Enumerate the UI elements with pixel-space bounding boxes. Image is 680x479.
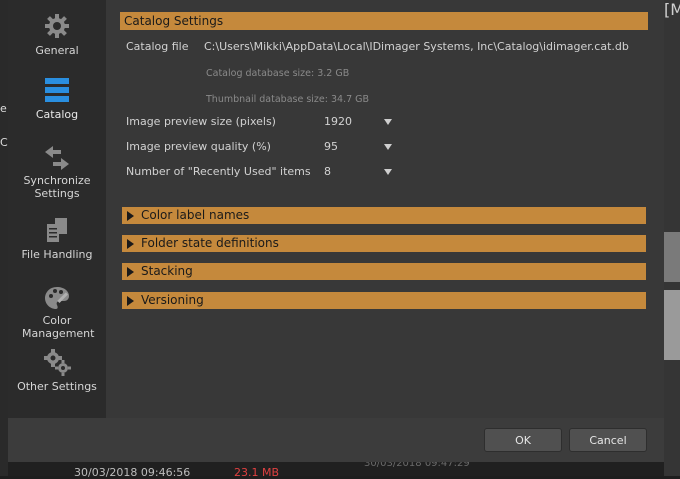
sidebar-item-synchronize-settings[interactable]: Synchronize Settings [8,144,106,200]
expand-triangle-icon [127,239,134,249]
expand-triangle-icon [127,296,134,306]
section-title: Versioning [141,293,204,307]
dropdown-arrow-icon [384,169,392,175]
catalog-db-size: Catalog database size: 3.2 GB [206,68,350,79]
sidebar-item-general[interactable]: General [8,12,106,57]
dropdown-arrow-icon [384,144,392,150]
expand-triangle-icon [127,211,134,221]
background-app-left: e C [0,0,8,476]
recent-items-value: 8 [324,165,331,178]
background-thumbnail [664,232,680,282]
cancel-button[interactable]: Cancel [569,428,647,452]
preview-quality-label: Image preview quality (%) [126,140,271,153]
recent-items-label: Number of "Recently Used" items [126,165,311,178]
section-title: Folder state definitions [141,236,279,250]
sidebar-item-other-settings[interactable]: Other Settings [8,348,106,393]
section-title: Stacking [141,264,193,278]
recent-items-select[interactable]: 8 [324,165,394,181]
background-text: [M [664,0,680,19]
background-date: 30/03/2018 09:46:56 [74,466,191,479]
section-versioning[interactable]: Versioning [122,292,646,309]
preview-size-value: 1920 [324,115,352,128]
sidebar-item-label: Synchronize Settings [23,174,91,200]
sync-arrows-icon [43,144,71,172]
sidebar-item-label: General [35,44,79,57]
preview-quality-select[interactable]: 95 [324,140,394,156]
preferences-dialog: General Catalog Synchronize Settings Fil… [8,0,664,462]
dialog-footer: OK Cancel [8,418,664,462]
ok-button[interactable]: OK [484,428,562,452]
preferences-sidebar: General Catalog Synchronize Settings Fil… [8,0,106,418]
gear-icon [43,12,71,40]
gears-icon [43,348,71,376]
sidebar-item-catalog[interactable]: Catalog [8,76,106,121]
catalog-settings-header: Catalog Settings [120,12,648,30]
thumbnail-db-size: Thumbnail database size: 34.7 GB [206,94,370,105]
preview-quality-value: 95 [324,140,338,153]
section-title: Color label names [141,208,250,222]
preview-size-select[interactable]: 1920 [324,115,394,131]
background-size-badge: 23.1 MB [234,466,280,479]
background-app-right [664,0,680,476]
background-text: e [0,102,7,115]
sidebar-item-label: Catalog [35,108,79,121]
dropdown-arrow-icon [384,119,392,125]
sidebar-item-color-management[interactable]: Color Management [8,284,106,340]
sidebar-item-file-handling[interactable]: File Handling [8,216,106,261]
catalog-file-label: Catalog file [126,40,189,53]
palette-icon [43,284,71,312]
section-stacking[interactable]: Stacking [122,263,646,280]
catalog-file-path: C:\Users\Mikki\AppData\Local\IDimager Sy… [204,40,629,53]
documents-icon [43,216,71,244]
background-status-strip: 30/03/2018 09:46:56 23.1 MB 30/03/2018 0… [8,458,664,479]
background-thumbnail [664,290,680,360]
background-text: C [0,136,8,149]
catalog-icon [43,76,71,104]
sidebar-item-label: File Handling [21,248,93,261]
expand-triangle-icon [127,267,134,277]
catalog-settings-panel: Catalog Settings Catalog file C:\Users\M… [106,0,664,418]
section-folder-state-definitions[interactable]: Folder state definitions [122,235,646,252]
section-color-label-names[interactable]: Color label names [122,207,646,224]
preview-size-label: Image preview size (pixels) [126,115,276,128]
sidebar-item-label: Other Settings [17,380,97,393]
sidebar-item-label: Color Management [22,314,95,340]
